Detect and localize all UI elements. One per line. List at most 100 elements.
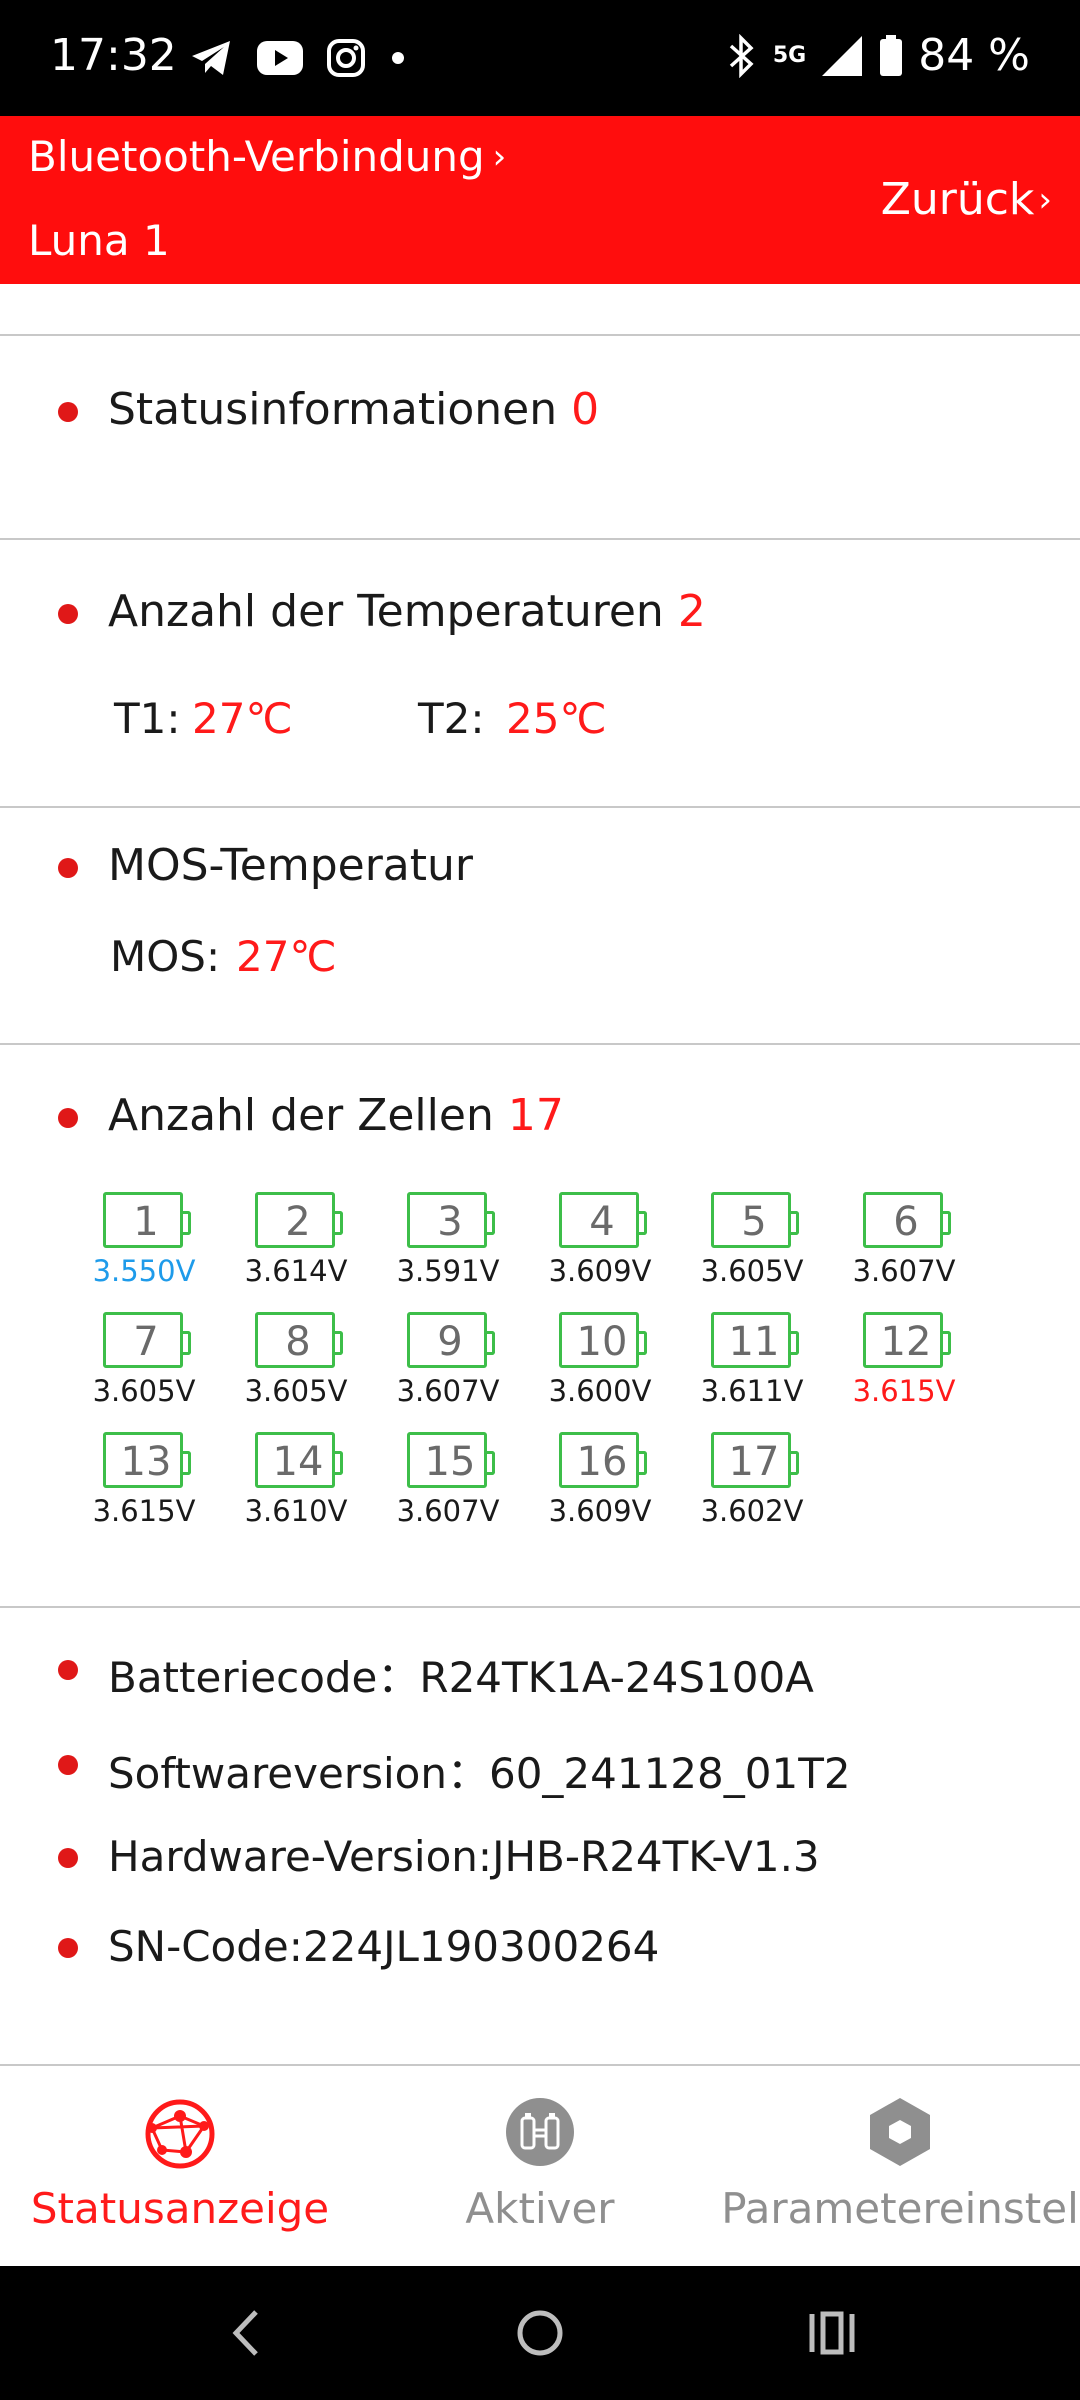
bullet-icon	[58, 1660, 78, 1680]
instagram-icon	[327, 39, 365, 77]
battery-cell-icon: 15	[407, 1432, 495, 1488]
cell-voltage: 3.605V	[92, 1374, 196, 1408]
recents-nav-button[interactable]	[772, 2266, 892, 2400]
app-header: Bluetooth-Verbindung › Luna 1 Zurück ›	[0, 116, 1080, 284]
cell-voltage: 3.605V	[700, 1254, 804, 1288]
battery-cell: 7 3.605V	[84, 1312, 204, 1412]
back-nav-button[interactable]	[186, 2266, 306, 2400]
battery-cell-icon: 16	[559, 1432, 647, 1488]
tab-label: Parametereinstel	[721, 2184, 1079, 2233]
device-name: Luna 1	[28, 216, 170, 265]
bullet-icon	[58, 1108, 78, 1128]
signal-icon	[822, 35, 863, 76]
cell-number: 15	[424, 1439, 476, 1485]
divider	[0, 334, 1080, 336]
notification-icons	[190, 38, 408, 78]
cell-number: 10	[576, 1319, 628, 1365]
cell-voltage: 3.610V	[244, 1494, 348, 1528]
cell-voltage: 3.607V	[396, 1374, 500, 1408]
cell-count-title: Anzahl der Zellen 17	[108, 1090, 564, 1141]
sn-code: SN-Code:224JL190300264	[108, 1922, 660, 1971]
divider	[0, 1606, 1080, 1608]
hexagon-settings-icon	[870, 2098, 930, 2166]
cell-voltage: 3.602V	[700, 1494, 804, 1528]
cell-voltage: 3.615V	[852, 1374, 956, 1408]
cell-voltage: 3.611V	[700, 1374, 804, 1408]
cell-voltage: 3.614V	[244, 1254, 348, 1288]
battery-code: Batteriecode：R24TK1A-24S100A	[108, 1653, 814, 1702]
battery-cell-icon: 7	[103, 1312, 191, 1368]
cell-number: 14	[272, 1439, 324, 1485]
battery-cell-icon: 10	[559, 1312, 647, 1368]
bluetooth-icon	[729, 33, 754, 78]
cell-number: 17	[728, 1439, 780, 1485]
mos-value: 27℃	[236, 932, 337, 981]
cell-number: 16	[576, 1439, 628, 1485]
tab-statusanzeige[interactable]: Statusanzeige	[0, 2066, 360, 2268]
battery-cell: 12 3.615V	[844, 1312, 964, 1412]
cell-number: 3	[437, 1199, 463, 1245]
cell-number: 12	[880, 1319, 932, 1365]
cell-number: 11	[728, 1319, 780, 1365]
battery-cell: 9 3.607V	[388, 1312, 508, 1412]
battery-cell-icon: 1	[103, 1192, 191, 1248]
mos-label: MOS:	[110, 932, 221, 981]
battery-cell: 14 3.610V	[236, 1432, 356, 1532]
clock: 17:32	[50, 30, 177, 81]
cell-number: 8	[285, 1319, 311, 1365]
t1-label: T1:	[114, 694, 181, 743]
cell-voltage: 3.607V	[396, 1494, 500, 1528]
status-info-title: Statusinformationen 0	[108, 384, 600, 435]
t1-value: 27℃	[192, 694, 293, 743]
t2-value: 25℃	[506, 694, 607, 743]
battery-cell-icon: 5	[711, 1192, 799, 1248]
tab-aktiver[interactable]: Aktiver	[360, 2066, 720, 2268]
back-button[interactable]: Zurück ›	[881, 174, 1052, 225]
home-nav-icon	[517, 2310, 563, 2356]
battery-icon	[880, 34, 903, 76]
battery-cell: 2 3.614V	[236, 1192, 356, 1292]
home-nav-button[interactable]	[480, 2266, 600, 2400]
battery-cell-icon: 8	[255, 1312, 343, 1368]
battery-cell-icon: 13	[103, 1432, 191, 1488]
tab-label: Aktiver	[465, 2184, 615, 2233]
battery-cell: 8 3.605V	[236, 1312, 356, 1412]
tab-parametereinstellung[interactable]: Parametereinstel	[720, 2066, 1080, 2268]
balancer-icon	[506, 2098, 574, 2166]
divider	[0, 538, 1080, 540]
cell-number: 6	[893, 1199, 919, 1245]
divider	[0, 1043, 1080, 1045]
cell-voltage: 3.609V	[548, 1494, 652, 1528]
cell-voltage: 3.615V	[92, 1494, 196, 1528]
battery-cell: 16 3.609V	[540, 1432, 660, 1532]
cell-number: 1	[133, 1199, 159, 1245]
bullet-icon	[58, 1755, 78, 1775]
cell-count: 17	[507, 1090, 564, 1141]
temperature-count: 2	[677, 586, 706, 637]
battery-cell: 17 3.602V	[692, 1432, 812, 1532]
cell-number: 5	[741, 1199, 767, 1245]
status-info-count: 0	[571, 384, 600, 435]
bullet-icon	[58, 402, 78, 422]
tab-label: Statusanzeige	[30, 2184, 330, 2233]
cell-voltage: 3.600V	[548, 1374, 652, 1408]
system-navigation-bar	[0, 2266, 1080, 2400]
battery-cell-icon: 4	[559, 1192, 647, 1248]
cell-voltage: 3.607V	[852, 1254, 956, 1288]
software-version: Softwareversion：60_241128_01T2	[108, 1749, 851, 1798]
cell-voltage: 3.609V	[548, 1254, 652, 1288]
recents-nav-icon	[809, 2311, 855, 2355]
battery-cell: 10 3.600V	[540, 1312, 660, 1412]
bluetooth-connection-link[interactable]: Bluetooth-Verbindung ›	[28, 132, 506, 181]
battery-cell-icon: 6	[863, 1192, 951, 1248]
bottom-navigation: Statusanzeige Aktiver Parametereinstel	[0, 2064, 1080, 2266]
cell-number: 7	[133, 1319, 159, 1365]
cell-number: 9	[437, 1319, 463, 1365]
network-type: 5G	[772, 43, 807, 68]
cell-number: 4	[589, 1199, 615, 1245]
bullet-icon	[58, 1848, 78, 1868]
bullet-icon	[58, 604, 78, 624]
hardware-version: Hardware-Version:JHB-R24TK-V1.3	[108, 1832, 820, 1881]
battery-cell-icon: 2	[255, 1192, 343, 1248]
dot-icon	[392, 52, 404, 64]
